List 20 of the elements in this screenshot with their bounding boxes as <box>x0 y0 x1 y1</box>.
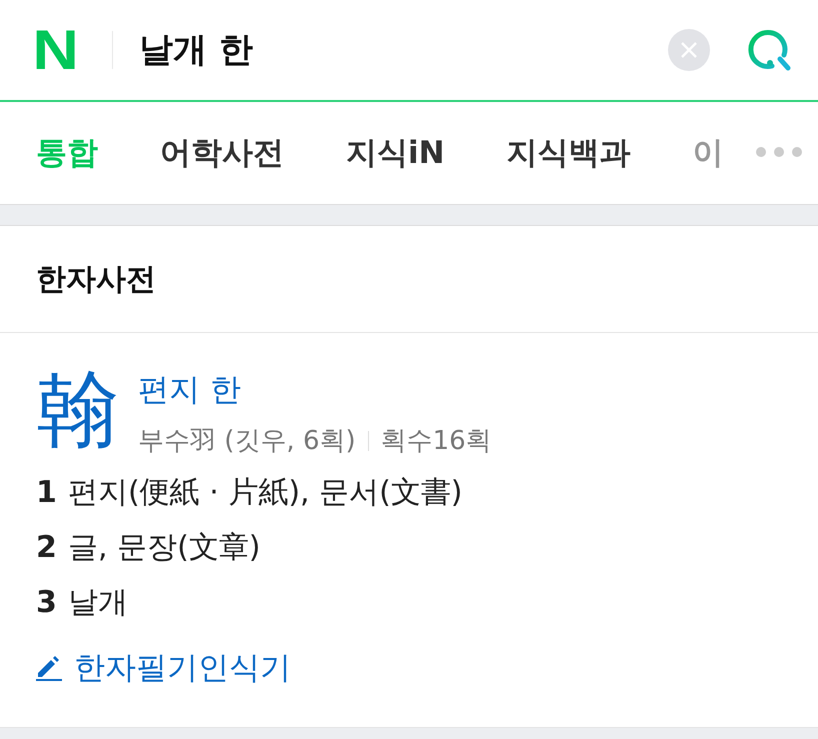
tab[interactable]: 지식백과 <box>506 132 631 174</box>
meaning-text: 날개 <box>68 584 128 622</box>
tab[interactable]: 지식iN <box>346 132 445 174</box>
meaning-number: 1 <box>36 475 58 510</box>
search-query[interactable]: 날개 한 <box>139 27 668 73</box>
clear-button[interactable] <box>668 29 710 71</box>
meaning-number: 3 <box>36 585 58 620</box>
hanja-character: 翰 <box>36 367 120 451</box>
radical-info: 부수羽 (깃우, 6획) <box>138 425 356 458</box>
meaning-text: 글, 문장(文章) <box>68 529 260 567</box>
tab[interactable]: 어학사전 <box>160 132 284 174</box>
close-icon <box>679 40 699 60</box>
meaning-text: 편지(便紙 · 片紙), 문서(文書) <box>68 474 462 512</box>
hanja-reading[interactable]: 편지 한 <box>138 369 492 411</box>
stroke-count: 획수16획 <box>380 425 492 458</box>
tab[interactable]: 이 <box>692 132 724 174</box>
handwriting-link[interactable]: 한자필기인식기 <box>36 647 782 689</box>
pencil-icon <box>36 655 62 681</box>
section-title: 한자사전 <box>0 225 818 333</box>
meaning-number: 2 <box>36 530 58 565</box>
